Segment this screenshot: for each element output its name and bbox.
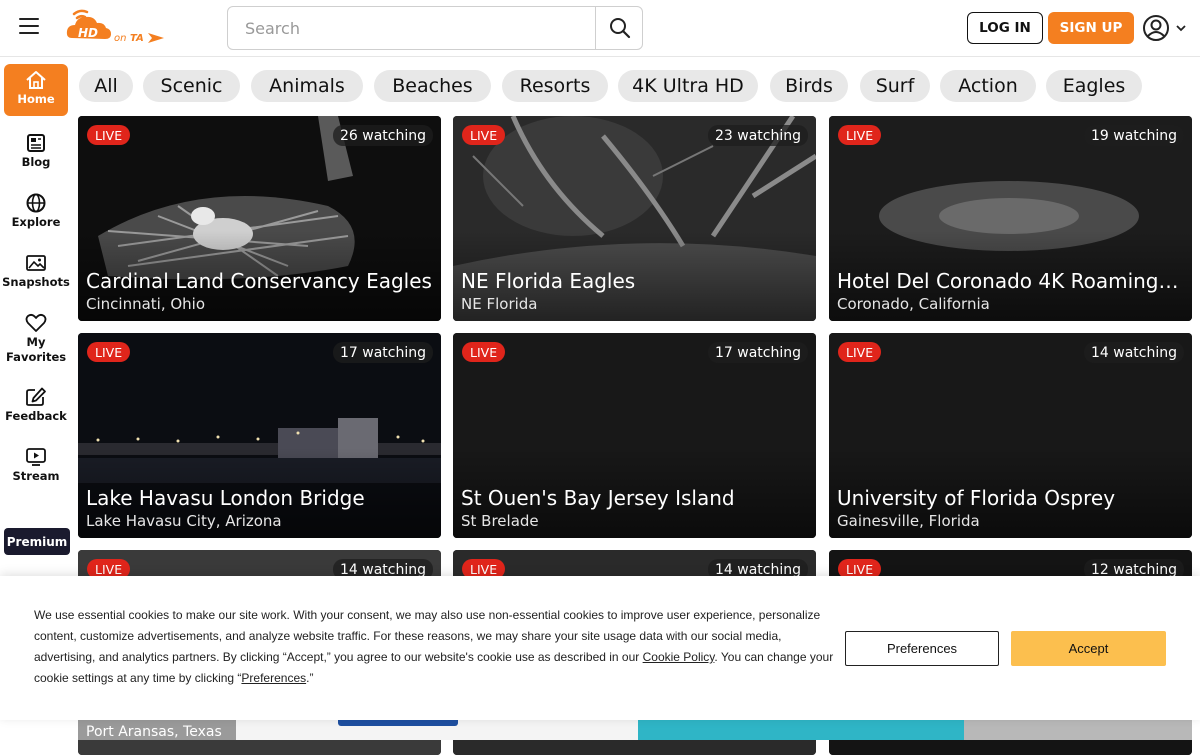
signup-button[interactable]: SIGN UP — [1048, 12, 1134, 44]
search-bar — [227, 6, 643, 50]
stream-card[interactable]: LIVE 14 watching University of Florida O… — [829, 333, 1192, 538]
cookie-text-part: .” — [306, 671, 314, 685]
sidebar-item-label: Explore — [11, 215, 61, 229]
sidebar-item-home[interactable]: Home — [4, 64, 68, 116]
newspaper-icon — [27, 134, 45, 152]
card-location: NE Florida — [461, 295, 538, 313]
search-input[interactable] — [228, 7, 594, 49]
sidebar-item-blog[interactable]: Blog — [4, 133, 68, 170]
account-menu[interactable] — [1142, 13, 1190, 43]
viewer-count: 26 watching — [332, 125, 433, 146]
chip-eagles[interactable]: Eagles — [1046, 70, 1142, 102]
svg-text:TA: TA — [130, 33, 144, 44]
card-location: Gainesville, Florida — [837, 512, 980, 530]
globe-icon — [26, 193, 46, 213]
live-badge: LIVE — [838, 125, 882, 145]
card-title: St Ouen's Bay Jersey Island — [461, 486, 735, 510]
preferences-button[interactable]: Preferences — [845, 631, 999, 666]
svg-text:HD: HD — [78, 26, 98, 40]
live-badge: LIVE — [838, 342, 882, 362]
viewer-count: 23 watching — [707, 125, 808, 146]
stream-card[interactable]: LIVE 23 watching NE Florida Eagles NE Fl… — [453, 116, 816, 321]
search-button[interactable] — [595, 7, 643, 49]
card-title: Hotel Del Coronado 4K Roaming Cam — [837, 269, 1184, 293]
user-icon — [1143, 15, 1169, 41]
chip-animals[interactable]: Animals — [251, 70, 363, 102]
live-badge: LIVE — [462, 125, 506, 145]
chip-all[interactable]: All — [79, 70, 133, 102]
sidebar-item-snapshots[interactable]: Snapshots — [2, 253, 70, 290]
chip-scenic[interactable]: Scenic — [143, 70, 240, 102]
viewer-count: 14 watching — [1083, 342, 1184, 363]
login-button[interactable]: LOG IN — [967, 12, 1043, 44]
sidebar-item-label: Feedback — [5, 409, 67, 423]
cookie-message: We use essential cookies to make our sit… — [34, 605, 834, 689]
sidebar-item-explore[interactable]: Explore — [4, 193, 68, 230]
card-title: Lake Havasu London Bridge — [86, 486, 365, 510]
chip-beaches[interactable]: Beaches — [374, 70, 491, 102]
menu-icon[interactable] — [19, 18, 39, 36]
live-badge: LIVE — [87, 125, 131, 145]
card-location: Port Aransas, Texas — [86, 724, 222, 740]
sidebar-item-label: Home — [17, 92, 55, 106]
premium-button[interactable]: Premium — [4, 528, 70, 555]
card-location: St Brelade — [461, 512, 539, 530]
cookie-policy-link[interactable]: Cookie Policy — [643, 650, 715, 664]
live-badge: LIVE — [462, 342, 506, 362]
chevron-down-icon — [1176, 25, 1186, 32]
stream-card[interactable]: LIVE 26 watching Cardinal Land Conservan… — [78, 116, 441, 321]
sidebar-item-feedback[interactable]: Feedback — [4, 387, 68, 424]
play-screen-icon — [26, 448, 46, 466]
live-badge: LIVE — [87, 342, 131, 362]
card-title: NE Florida Eagles — [461, 269, 636, 293]
sidebar-item-label: Stream — [12, 469, 60, 483]
viewer-count: 17 watching — [707, 342, 808, 363]
accept-button[interactable]: Accept — [1011, 631, 1166, 666]
image-icon — [26, 255, 46, 271]
card-location: Cincinnati, Ohio — [86, 295, 206, 313]
edit-icon — [26, 387, 46, 406]
card-location: Coronado, California — [837, 295, 990, 313]
sidebar-item-label: My Favorites — [6, 335, 67, 364]
home-icon — [26, 71, 46, 89]
search-icon — [609, 18, 630, 39]
sidebar-item-stream[interactable]: Stream — [4, 447, 68, 484]
card-title: University of Florida Osprey — [837, 486, 1116, 510]
chip-birds[interactable]: Birds — [770, 70, 848, 102]
svg-text:on: on — [114, 33, 126, 44]
chip-resorts[interactable]: Resorts — [502, 70, 608, 102]
site-logo[interactable]: HD on TA — [64, 8, 174, 48]
sidebar-item-favorites[interactable]: My Favorites — [4, 313, 68, 365]
sidebar-item-label: Blog — [21, 155, 51, 169]
viewer-count: 19 watching — [1083, 125, 1184, 146]
heart-icon — [25, 313, 47, 332]
chip-action[interactable]: Action — [940, 70, 1036, 102]
bottom-peek: Port Aransas, Texas — [78, 720, 1192, 740]
stream-card[interactable]: LIVE 17 watching St Ouen's Bay Jersey Is… — [453, 333, 816, 538]
chip-surf[interactable]: Surf — [860, 70, 930, 102]
chip-4k-ultra-hd[interactable]: 4K Ultra HD — [618, 70, 758, 102]
card-title: Cardinal Land Conservancy Eagles — [86, 269, 432, 293]
card-location: Lake Havasu City, Arizona — [86, 512, 282, 530]
viewer-count: 17 watching — [332, 342, 433, 363]
preferences-link[interactable]: Preferences — [241, 671, 306, 685]
stream-card[interactable]: LIVE 17 watching Lake Havasu London Brid… — [78, 333, 441, 538]
sidebar-item-label: Snapshots — [2, 275, 70, 289]
stream-card[interactable]: LIVE 19 watching Hotel Del Coronado 4K R… — [829, 116, 1192, 321]
top-header: HD on TA LOG IN SIGN UP — [0, 0, 1200, 57]
cookie-banner: We use essential cookies to make our sit… — [0, 576, 1200, 720]
